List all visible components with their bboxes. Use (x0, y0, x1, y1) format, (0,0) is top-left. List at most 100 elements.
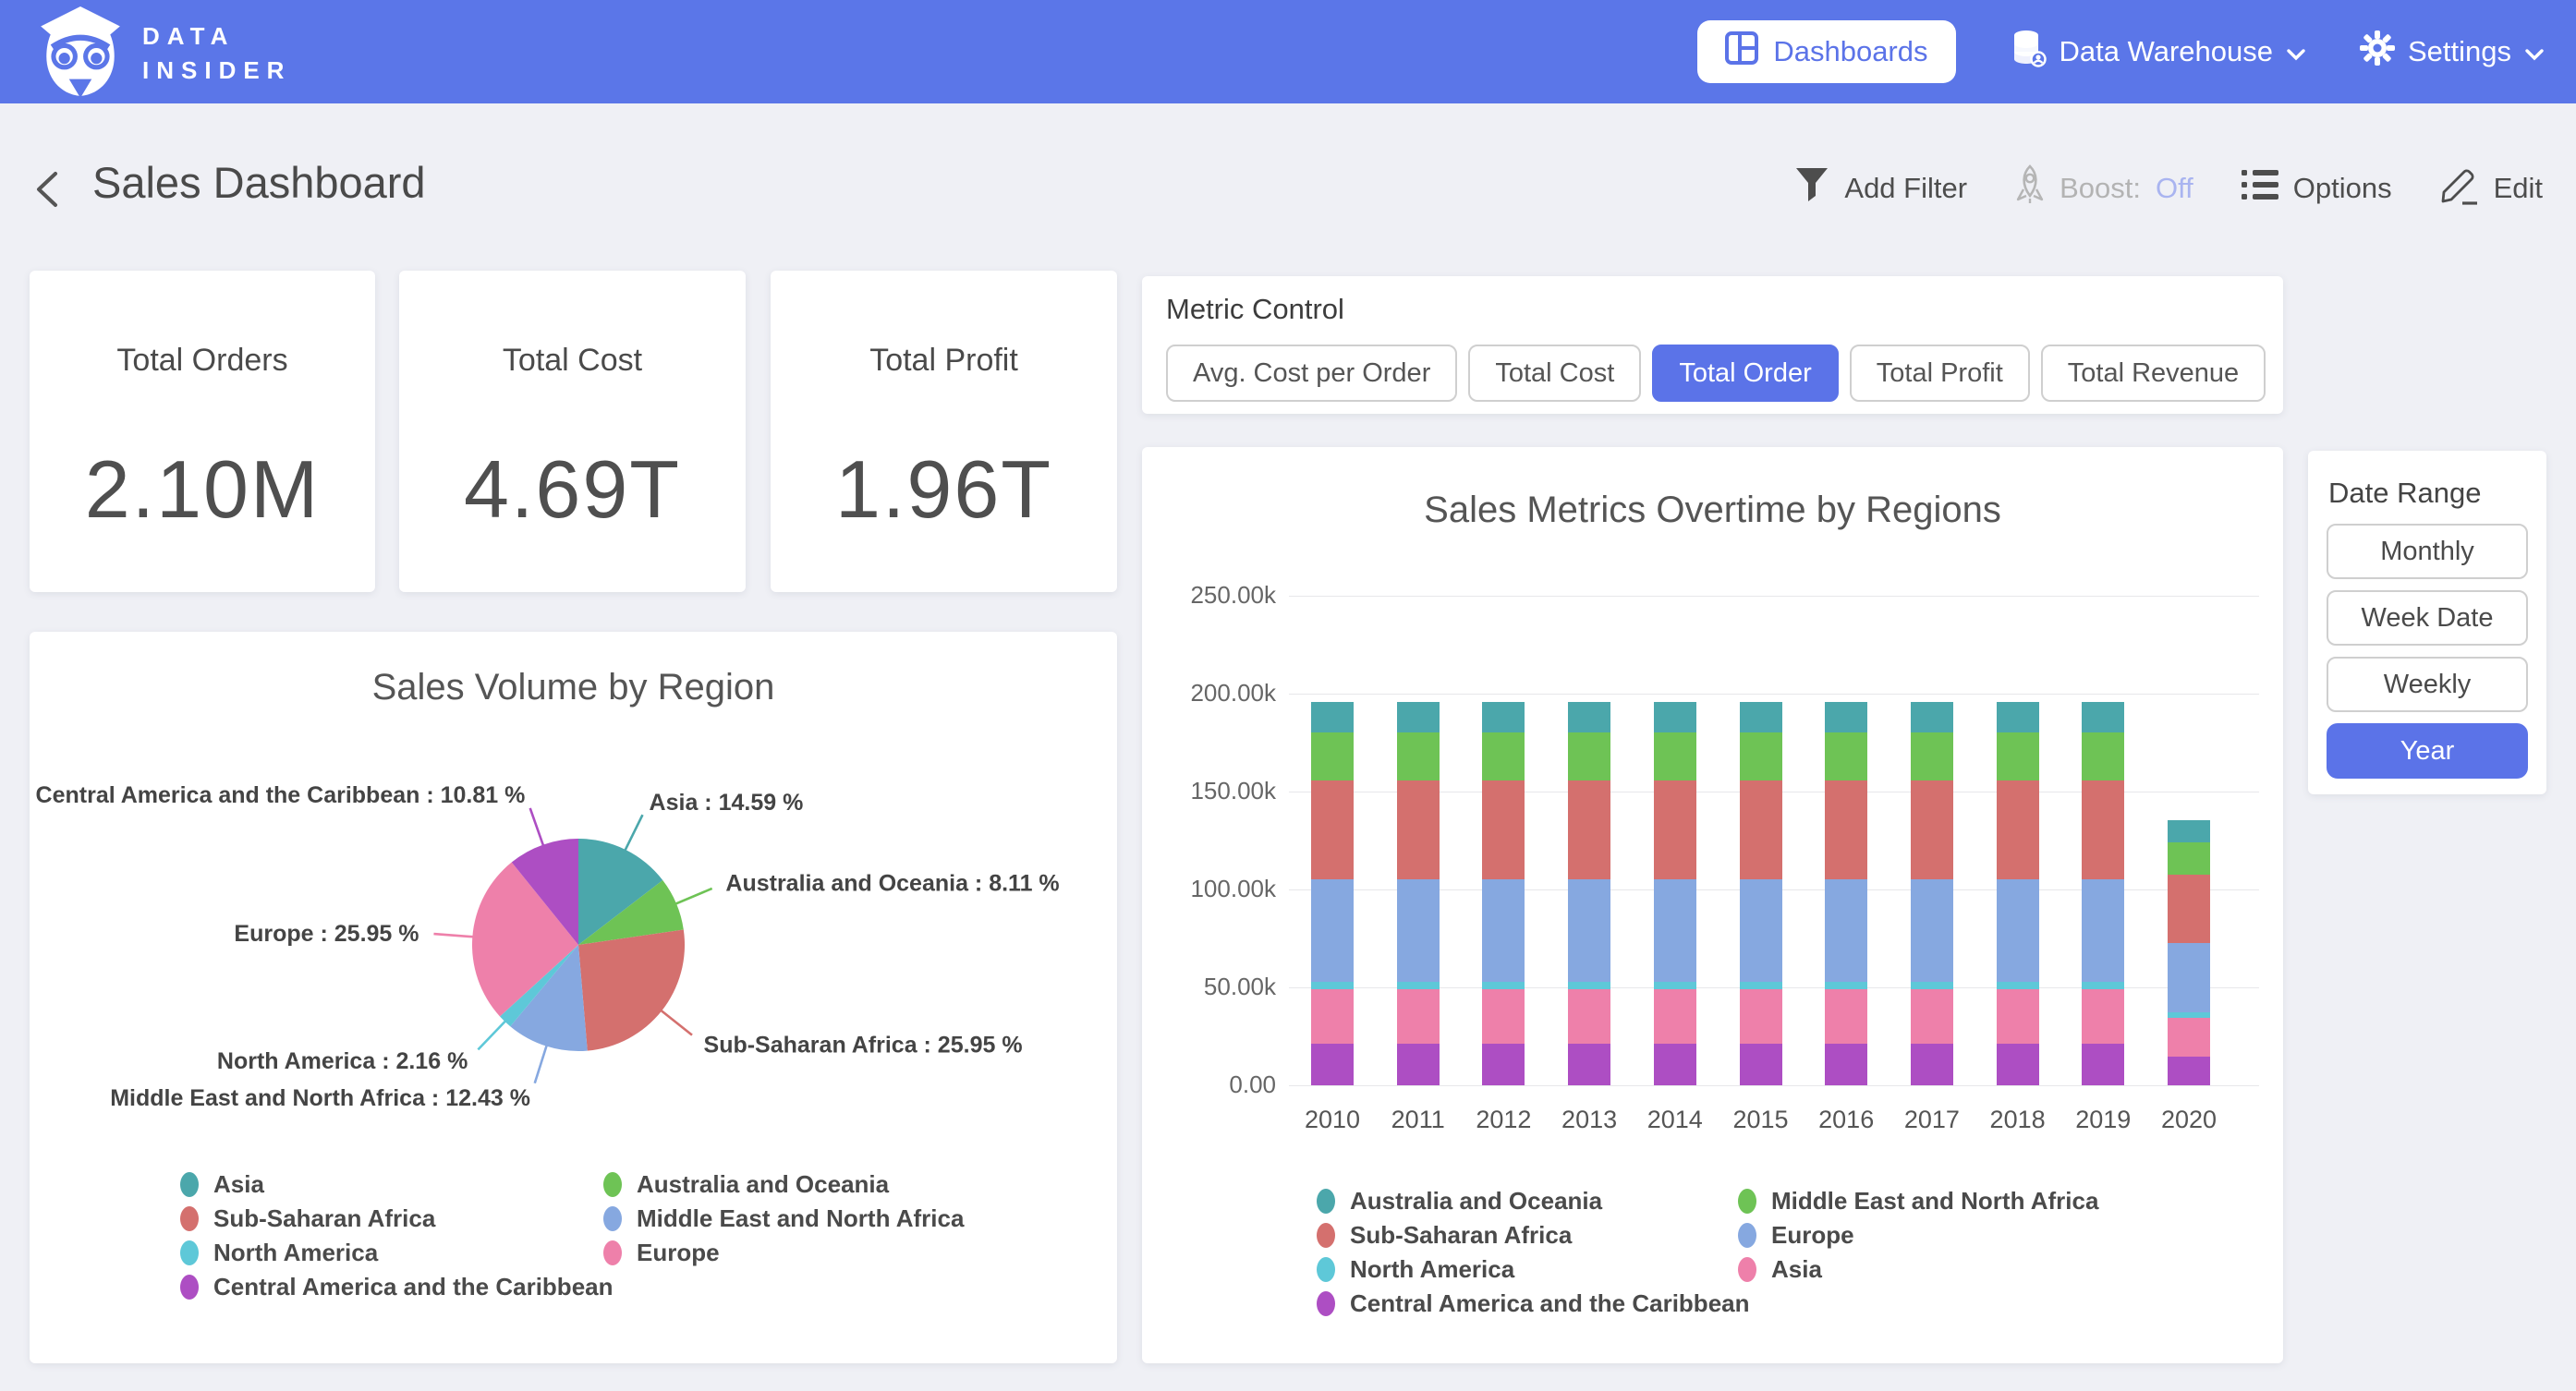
dashboard-grid-icon (1725, 31, 1758, 72)
legend-dot (1738, 1189, 1756, 1214)
legend-label: Europe (1771, 1221, 1854, 1250)
bar-segment-2017-middle-east-and-north-africa (1911, 732, 1953, 780)
legend-label: North America (1350, 1255, 1514, 1284)
bar-segment-2015-europe (1740, 879, 1782, 981)
nav-item-dashboards[interactable]: Dashboards (1697, 20, 1955, 83)
bar-segment-2018-europe (1997, 879, 2039, 981)
nav-item-settings[interactable]: Settings (2360, 30, 2545, 73)
bar-segment-2012-europe (1482, 879, 1525, 981)
brand-line2: INSIDER (142, 54, 291, 88)
bar-segment-2011-sub-saharan-africa (1397, 780, 1440, 879)
bar-segment-2014-middle-east-and-north-africa (1654, 732, 1696, 780)
metric-option-avg-cost-per-order[interactable]: Avg. Cost per Order (1166, 345, 1457, 402)
nav-item-data-warehouse[interactable]: Data Warehouse (2010, 29, 2306, 75)
bar-segment-2019-australia-and-oceania (2082, 702, 2124, 733)
bar-segment-2018-central-america-and-the-caribbean (1997, 1044, 2039, 1085)
kpi-card-total-orders: Total Orders 2.10M (30, 271, 375, 592)
legend-dot (180, 1275, 199, 1300)
pie-legend-item-europe[interactable]: Europe (603, 1236, 964, 1270)
metric-option-total-profit[interactable]: Total Profit (1850, 345, 2030, 402)
bar-segment-2014-australia-and-oceania (1654, 702, 1696, 733)
bar-chart-plot (1289, 596, 2259, 1085)
bar-legend-item-central-america-and-the-caribbean[interactable]: Central America and the Caribbean (1317, 1287, 1750, 1321)
gear-icon (2360, 30, 2395, 73)
legend-label: Australia and Oceania (1350, 1187, 1602, 1216)
bar-segment-2016-middle-east-and-north-africa (1825, 732, 1867, 780)
bar-legend-item-europe[interactable]: Europe (1738, 1218, 2098, 1252)
y-tick-label: 150.00k (1142, 777, 1276, 805)
bar-segment-2014-north-america (1654, 982, 1696, 989)
bar-legend-item-middle-east-and-north-africa[interactable]: Middle East and North Africa (1738, 1184, 2098, 1218)
bar-segment-2013-sub-saharan-africa (1568, 780, 1610, 879)
bar-segment-2013-europe (1568, 879, 1610, 981)
pie-label-australia-and-oceania: Australia and Oceania : 8.11 % (725, 871, 1059, 897)
bar-segment-2017-sub-saharan-africa (1911, 780, 1953, 879)
bar-segment-2012-sub-saharan-africa (1482, 780, 1525, 879)
pie-chart-card: Sales Volume by Region Asia : 14.59 %Aus… (30, 632, 1117, 1363)
bar-legend-item-asia[interactable]: Asia (1738, 1252, 2098, 1287)
bar-segment-2020-middle-east-and-north-africa (2168, 842, 2210, 875)
pie-legend-item-australia-and-oceania[interactable]: Australia and Oceania (603, 1167, 964, 1202)
brand-text: DATA INSIDER (142, 19, 291, 88)
bar-segment-2017-central-america-and-the-caribbean (1911, 1044, 1953, 1085)
legend-dot (1738, 1257, 1756, 1282)
bar-segment-2010-middle-east-and-north-africa (1311, 732, 1354, 780)
boost-state: Off (2156, 172, 2193, 205)
top-navbar: DATA INSIDER Dashboards (0, 0, 2576, 103)
kpi-value: 2.10M (30, 442, 375, 537)
pie-label-line (625, 815, 642, 851)
edit-button[interactable]: Edit (2440, 164, 2543, 212)
metric-option-total-revenue[interactable]: Total Revenue (2041, 345, 2266, 402)
date-range-option-weekly[interactable]: Weekly (2327, 657, 2528, 712)
kpi-label: Total Orders (30, 343, 375, 379)
legend-label: Europe (637, 1239, 720, 1267)
kpi-value: 1.96T (771, 442, 1117, 537)
legend-label: Middle East and North Africa (1771, 1187, 2098, 1216)
header-actions: Add Filter Boost: Off (1794, 164, 2543, 212)
kpi-label: Total Cost (399, 343, 746, 379)
metric-buttons: Avg. Cost per OrderTotal CostTotal Order… (1166, 345, 2266, 402)
y-tick-label: 0.00 (1142, 1070, 1276, 1099)
bar-segment-2018-australia-and-oceania (1997, 702, 2039, 733)
legend-dot (1317, 1257, 1335, 1282)
pie-legend-item-central-america-and-the-caribbean[interactable]: Central America and the Caribbean (180, 1270, 614, 1304)
legend-label: Central America and the Caribbean (1350, 1289, 1750, 1318)
bar-segment-2013-middle-east-and-north-africa (1568, 732, 1610, 780)
legend-dot (603, 1172, 622, 1197)
bar-segment-2020-sub-saharan-africa (2168, 875, 2210, 943)
bar-legend-item-sub-saharan-africa[interactable]: Sub-Saharan Africa (1317, 1218, 1750, 1252)
sales-dashboard-page: DATA INSIDER Dashboards (0, 0, 2576, 1391)
bar-segment-2012-central-america-and-the-caribbean (1482, 1044, 1525, 1085)
bar-segment-2011-asia (1397, 989, 1440, 1044)
back-button[interactable] (31, 168, 68, 209)
bar-segment-2011-europe (1397, 879, 1440, 981)
kpi-card-total-profit: Total Profit 1.96T (771, 271, 1117, 592)
pencil-icon (2440, 164, 2479, 212)
boost-toggle[interactable]: Boost: Off (2015, 164, 2193, 212)
bar-segment-2012-australia-and-oceania (1482, 702, 1525, 733)
bar-segment-2017-australia-and-oceania (1911, 702, 1953, 733)
bar-segment-2013-asia (1568, 989, 1610, 1044)
add-filter-button[interactable]: Add Filter (1794, 166, 1967, 211)
bar-legend-item-north-america[interactable]: North America (1317, 1252, 1750, 1287)
bar-legend-item-australia-and-oceania[interactable]: Australia and Oceania (1317, 1184, 1750, 1218)
pie-legend-item-north-america[interactable]: North America (180, 1236, 614, 1270)
date-range-option-year[interactable]: Year (2327, 723, 2528, 779)
bar-segment-2019-middle-east-and-north-africa (2082, 732, 2124, 780)
options-button[interactable]: Options (2242, 169, 2392, 208)
date-range-option-week-date[interactable]: Week Date (2327, 590, 2528, 646)
bar-segment-2018-sub-saharan-africa (1997, 780, 2039, 879)
pie-label-line (535, 1045, 547, 1083)
metric-option-total-cost[interactable]: Total Cost (1468, 345, 1641, 402)
date-range-option-monthly[interactable]: Monthly (2327, 524, 2528, 579)
legend-label: North America (213, 1239, 378, 1267)
date-range-buttons: Monthly Week Date Weekly Year (2327, 524, 2528, 779)
bar-segment-2020-australia-and-oceania (2168, 820, 2210, 842)
bar-segment-2020-europe (2168, 943, 2210, 1011)
bar-segment-2012-middle-east-and-north-africa (1482, 732, 1525, 780)
metric-option-total-order[interactable]: Total Order (1652, 345, 1838, 402)
pie-legend-item-sub-saharan-africa[interactable]: Sub-Saharan Africa (180, 1202, 614, 1236)
pie-legend-item-middle-east-and-north-africa[interactable]: Middle East and North Africa (603, 1202, 964, 1236)
pie-legend-item-asia[interactable]: Asia (180, 1167, 614, 1202)
brand[interactable]: DATA INSIDER (33, 4, 291, 103)
